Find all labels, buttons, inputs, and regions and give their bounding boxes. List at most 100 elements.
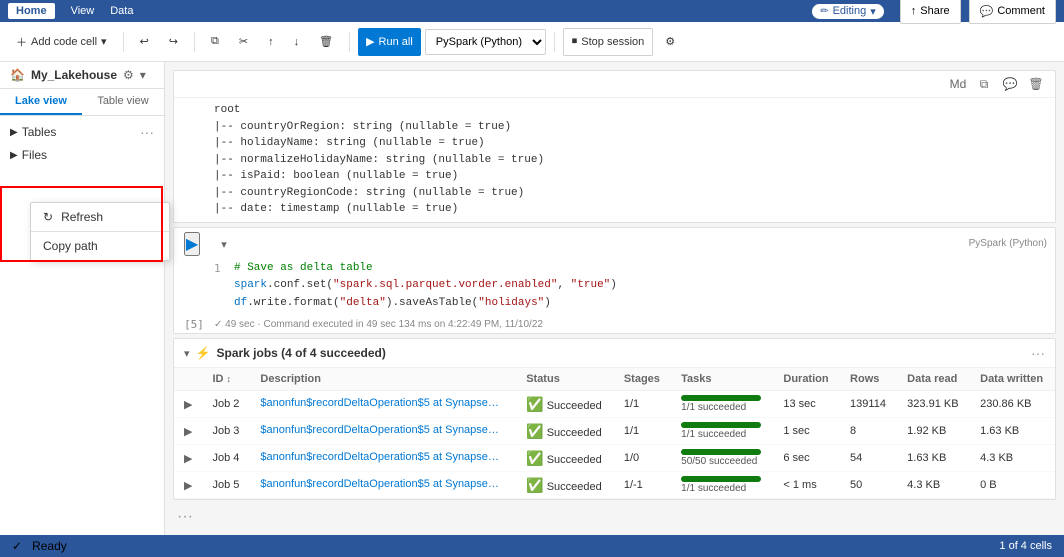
spark-bolt-icon: ⚡ [196,346,211,360]
status-icon: ✅ [526,423,543,439]
tree-item-tables[interactable]: ▶ Tables ··· [0,120,164,144]
th-id[interactable]: ID ↕ [202,368,250,391]
th-description[interactable]: Description [250,368,516,391]
th-duration[interactable]: Duration [773,368,840,391]
tasks-progress-fill [681,476,761,482]
run-all-button[interactable]: ▶ Run all [358,28,421,56]
td-description[interactable]: $anonfun$recordDeltaOperation$5 at Synap… [250,445,516,472]
lakehouse-dropdown-icon[interactable]: ▾ [140,68,146,82]
kernel-selector[interactable]: PySpark (Python) [425,29,546,55]
th-status[interactable]: Status [516,368,614,391]
copy-path-label: Copy path [43,239,98,253]
schema-line-6: |-- date: timestamp (nullable = true) [214,201,1043,218]
cell-2-collapse[interactable]: ▾ [214,237,234,251]
row-expand-icon[interactable]: ▶ [184,399,192,411]
row-expand-icon[interactable]: ▶ [184,480,192,492]
undo-button[interactable]: ↩ [132,28,157,56]
separator4 [554,32,555,52]
context-copy-path[interactable]: Copy path [31,232,169,260]
spark-jobs-title: Spark jobs (4 of 4 succeeded) [216,346,385,360]
td-status: ✅ Succeeded [516,445,614,472]
description-link[interactable]: $anonfun$recordDeltaOperation$5 at Synap… [260,478,500,490]
td-expand[interactable]: ▶ [174,445,202,472]
settings-button[interactable]: ⚙ [657,28,683,56]
tasks-progress-bar [681,422,761,428]
move-up-button[interactable]: ↑ [260,28,282,56]
td-description[interactable]: $anonfun$recordDeltaOperation$5 at Synap… [250,472,516,499]
row-expand-icon[interactable]: ▶ [184,426,192,438]
tab-data[interactable]: Data [110,5,133,17]
share-button[interactable]: ↑ Share [900,0,961,24]
tables-more-icon[interactable]: ··· [140,124,154,140]
description-link[interactable]: $anonfun$recordDeltaOperation$5 at Synap… [260,451,500,463]
cell-2-code[interactable]: 1 # Save as delta table spark.conf.set("… [174,256,1055,317]
row-expand-icon[interactable]: ▶ [184,453,192,465]
stop-session-button[interactable]: ⏹ Stop session [563,28,653,56]
td-description[interactable]: $anonfun$recordDeltaOperation$5 at Synap… [250,391,516,418]
tasks-progress-bar [681,476,761,482]
sort-id[interactable]: ↕ [227,374,232,384]
lakehouse-title: My_Lakehouse [31,68,117,82]
more-cells-btn[interactable]: ··· [165,504,1064,530]
share-label: Share [920,5,949,17]
spark-jobs-header[interactable]: ▾ ⚡ Spark jobs (4 of 4 succeeded) ··· [174,339,1055,368]
td-stages: 1/-1 [614,472,671,499]
tab-lake-view[interactable]: Lake view [0,89,82,115]
tab-view[interactable]: View [71,5,95,17]
line-1-comment: # Save as delta table [234,262,373,274]
th-stages[interactable]: Stages [614,368,671,391]
spark-jobs-more-icon[interactable]: ··· [1031,345,1045,361]
td-expand[interactable]: ▶ [174,391,202,418]
td-rows: 54 [840,445,897,472]
lakehouse-icon: 🏠 [10,68,25,82]
cell-2-run-area: ▶ [174,232,214,256]
th-data-read[interactable]: Data read [897,368,970,391]
main-layout: 🏠 My_Lakehouse ⚙ ▾ Lake view Table view … [0,62,1064,557]
editing-badge[interactable]: ✏ Editing ▾ [812,4,884,19]
cell-2-exec-time: ✓ 49 sec · Command executed in 49 sec 13… [214,319,543,330]
td-rows: 50 [840,472,897,499]
add-code-cell-button[interactable]: ＋ Add code cell ▾ [8,28,115,56]
tasks-label: 1/1 succeeded [681,429,763,440]
schema-line-4: |-- isPaid: boolean (nullable = true) [214,168,1043,185]
lakehouse-settings-icon[interactable]: ⚙ [123,68,134,82]
notebook-scroll[interactable]: Md ⧉ 💬 🗑 root |-- countryOrRegion: strin… [165,62,1064,557]
sidebar-header: 🏠 My_Lakehouse ⚙ ▾ [0,62,164,89]
td-data-written: 4.3 KB [970,445,1055,472]
cell-copy-btn[interactable]: ⧉ [973,73,995,95]
stop-icon: ⏹ [572,35,578,48]
tree-item-files[interactable]: ▶ Files [0,144,164,166]
cell-delete-btn[interactable]: 🗑 [1025,73,1047,95]
move-down-button[interactable]: ↓ [286,28,308,56]
th-data-written[interactable]: Data written [970,368,1055,391]
description-link[interactable]: $anonfun$recordDeltaOperation$5 at Synap… [260,424,500,436]
cell-2-run-btn[interactable]: ▶ [184,232,200,256]
delete-button[interactable]: 🗑 [311,28,341,56]
spark-table-row: ▶ Job 3 $anonfun$recordDeltaOperation$5 … [174,418,1055,445]
cell-md-btn[interactable]: Md [947,73,969,95]
tab-home[interactable]: Home [8,3,55,19]
redo-button[interactable]: ↪ [161,28,186,56]
th-rows[interactable]: Rows [840,368,897,391]
td-status: ✅ Succeeded [516,472,614,499]
tab-table-view[interactable]: Table view [82,89,164,115]
td-expand[interactable]: ▶ [174,472,202,499]
tasks-label: 50/50 succeeded [681,456,763,467]
spark-table-row: ▶ Job 4 $anonfun$recordDeltaOperation$5 … [174,445,1055,472]
copy-button[interactable]: ⧉ [203,28,227,56]
td-expand[interactable]: ▶ [174,418,202,445]
schema-line-5: |-- countryRegionCode: string (nullable … [214,185,1043,202]
description-link[interactable]: $anonfun$recordDeltaOperation$5 at Synap… [260,397,500,409]
spark-jobs-section: ▾ ⚡ Spark jobs (4 of 4 succeeded) ··· ID… [173,338,1056,500]
spark-collapse-icon: ▾ [184,347,190,360]
td-description[interactable]: $anonfun$recordDeltaOperation$5 at Synap… [250,418,516,445]
td-stages: 1/1 [614,418,671,445]
context-refresh[interactable]: ↻ Refresh [31,203,169,231]
status-text: Succeeded [547,454,602,466]
ribbon-tabs: Home View Data ✏ Editing ▾ ↑ Share 💬 Com… [0,0,1064,22]
comment-button[interactable]: 💬 Comment [969,0,1056,24]
cut-button[interactable]: ✂ [231,28,256,56]
th-tasks[interactable]: Tasks [671,368,773,391]
cell-comment-btn[interactable]: 💬 [999,73,1021,95]
cell-2-controls: ▶ ▾ PySpark (Python) [174,228,1055,256]
